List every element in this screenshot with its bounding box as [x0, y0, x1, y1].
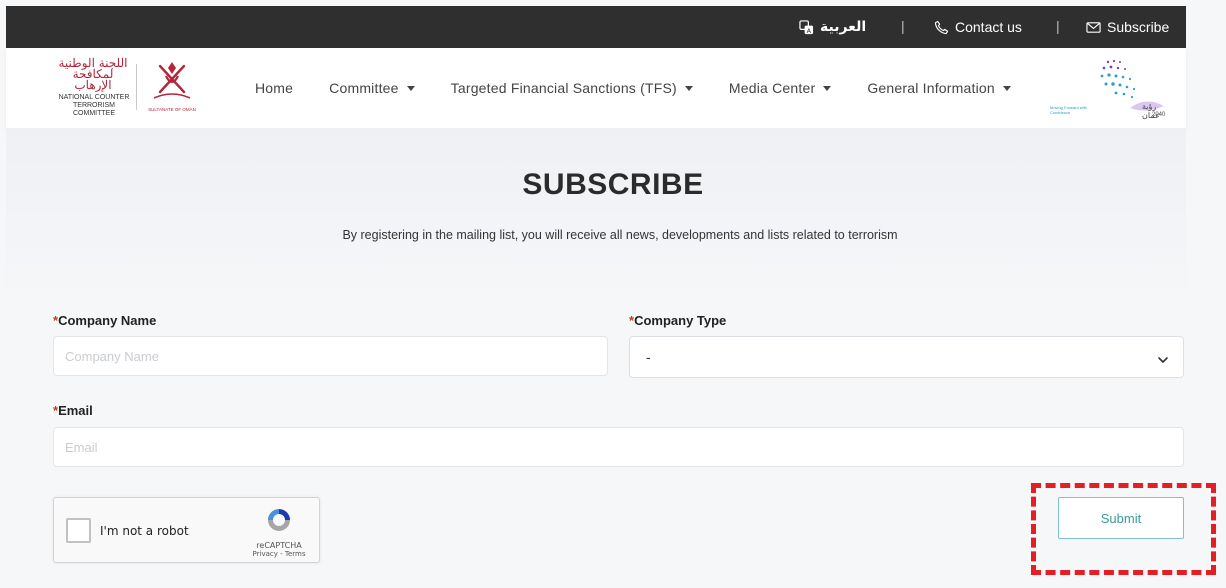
- caret-down-icon: [823, 85, 832, 91]
- oman-vision-2040-logo[interactable]: رؤية عمان 2040 Moving Forward with Confi…: [1046, 56, 1174, 120]
- contact-us-label: Contact us: [955, 19, 1022, 35]
- translate-icon: A: [799, 19, 814, 35]
- logo-divider: [136, 64, 137, 110]
- company-type-selected-value: -: [646, 349, 651, 365]
- recaptcha-icon: [268, 509, 290, 531]
- mail-icon: [1086, 21, 1101, 34]
- company-name-input[interactable]: [53, 336, 608, 376]
- recaptcha-logo: reCAPTCHA Privacy - Terms: [244, 506, 314, 558]
- caret-down-icon: [1002, 85, 1011, 91]
- top-bar: A العربية | Contact us | Subscribe: [6, 6, 1186, 48]
- recaptcha-brand: reCAPTCHA: [256, 541, 302, 550]
- emblem-caption: SULTANATE OF OMAN: [148, 107, 196, 112]
- main-navigation: اللجنة الوطنية لمكافحة الإرهاب NATIONAL …: [6, 48, 1186, 128]
- topbar-separator: |: [901, 18, 905, 34]
- contact-us-link[interactable]: Contact us: [934, 6, 1022, 48]
- page-subtitle: By registering in the mailing list, you …: [342, 228, 898, 242]
- phone-icon: [934, 20, 949, 35]
- company-type-select[interactable]: -: [629, 336, 1184, 378]
- company-name-label: *Company Name: [53, 313, 157, 328]
- vision-year: 2040: [1152, 112, 1166, 118]
- nav-item-general-information[interactable]: General Information: [867, 80, 1011, 96]
- nav-item-media-center[interactable]: Media Center: [729, 80, 832, 96]
- nav-item-tfs[interactable]: Targeted Financial Sanctions (TFS): [451, 80, 693, 96]
- company-type-label: *Company Type: [629, 313, 727, 328]
- language-label: العربية: [820, 19, 867, 35]
- email-label: *Email: [53, 403, 93, 418]
- committee-logo-arabic: اللجنة الوطنية لمكافحة الإرهاب: [58, 56, 128, 92]
- nav-links: Home Committee Targeted Financial Sancti…: [255, 48, 1047, 128]
- nav-item-home[interactable]: Home: [255, 80, 293, 96]
- email-input[interactable]: [53, 427, 1184, 467]
- chevron-down-icon: [1157, 352, 1169, 368]
- language-switch-link[interactable]: A العربية: [799, 6, 866, 48]
- committee-logo-english: NATIONAL COUNTER TERRORISM COMMITTEE: [58, 94, 130, 117]
- svg-text:A: A: [807, 27, 812, 35]
- recaptcha-widget: I'm not a robot reCAPTCHA Privacy - Term…: [53, 497, 320, 563]
- caret-down-icon: [684, 85, 693, 91]
- topbar-separator: |: [1056, 18, 1060, 34]
- submit-highlight-box: [1031, 483, 1216, 575]
- subscribe-link[interactable]: Subscribe: [1086, 6, 1169, 48]
- subscribe-label: Subscribe: [1107, 19, 1170, 35]
- oman-emblem-icon: SULTANATE OF OMAN: [146, 58, 198, 116]
- recaptcha-label: I'm not a robot: [100, 524, 189, 538]
- caret-down-icon: [406, 85, 415, 91]
- recaptcha-checkbox[interactable]: [66, 518, 91, 543]
- hero-banner: [6, 128, 1186, 303]
- page-title: SUBSCRIBE: [522, 168, 704, 201]
- nav-item-committee[interactable]: Committee: [329, 80, 415, 96]
- committee-logo[interactable]: اللجنة الوطنية لمكافحة الإرهاب NATIONAL …: [54, 56, 202, 117]
- recaptcha-privacy-terms-link[interactable]: Privacy - Terms: [244, 550, 314, 558]
- vision-tagline: Moving Forward with Confidence: [1050, 105, 1087, 115]
